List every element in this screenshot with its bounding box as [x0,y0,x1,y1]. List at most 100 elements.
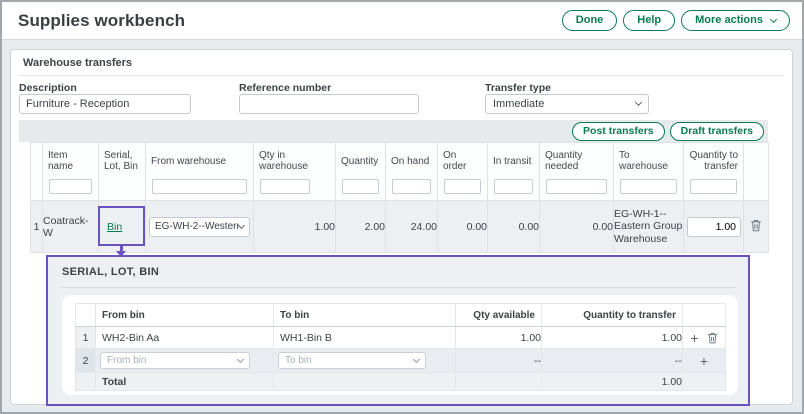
description-input[interactable] [19,94,191,114]
post-transfers-label: Post transfers [583,125,654,138]
warehouse-transfers-card: Warehouse transfers Description Referenc… [10,49,793,405]
item-name-filter-input[interactable] [49,179,92,194]
help-label: Help [637,14,661,27]
chevron-down-icon [238,221,245,228]
from-bin-select[interactable]: From bin [100,352,250,369]
post-transfers-button[interactable]: Post transfers [572,122,665,141]
from-warehouse-value: EG-WH-2--Western Gr [155,221,239,232]
total-actions-cell [683,373,726,391]
trash-icon [750,219,762,232]
serial-lot-bin-title: SERIAL, LOT, BIN [62,266,159,278]
delete-row-button[interactable] [707,332,718,344]
to-bin-placeholder: To bin [285,355,312,366]
qty-to-transfer-cell: 1.00 [542,327,683,349]
row-actions-cell: + [683,349,726,373]
serial-lot-bin-panel: SERIAL, LOT, BIN From bin To bin Qty ava… [46,255,750,406]
table-row: 1 Coatrack-W Bin EG-WH-2--Western Gr 1.0… [31,201,769,253]
row-number: 1 [31,201,43,253]
row-actions-cell: + [683,327,726,349]
col-actions [744,143,769,201]
page-title: Supplies workbench [18,11,185,31]
transfer-type-label: Transfer type [485,82,551,94]
col-from-warehouse: From warehouse [146,143,254,201]
help-button[interactable]: Help [623,10,675,31]
from-warehouse-cell: EG-WH-2--Western Gr [146,201,254,253]
to-bin-select[interactable]: To bin [278,352,426,369]
col-serial-lot-bin: Serial, Lot, Bin [99,143,146,201]
top-bar: Supplies workbench Done Help More action… [2,2,802,40]
reference-number-label: Reference number [239,82,331,94]
draft-transfers-button[interactable]: Draft transfers [670,122,764,141]
delete-row-button[interactable] [750,219,762,232]
serial-lot-bin-card: From bin To bin Qty available Quantity t… [62,295,738,395]
trash-icon [707,332,718,344]
quantity-needed-cell: 0.00 [540,201,614,253]
col-row-num [31,143,43,201]
to-warehouse-filter-input[interactable] [620,179,677,194]
bin-row: 2 From bin To bin [76,349,726,373]
draft-transfers-label: Draft transfers [681,125,753,138]
done-button[interactable]: Done [562,10,618,31]
row-actions-cell [744,201,769,253]
add-row-button[interactable]: + [700,356,708,366]
bin-row: 1 WH2-Bin Aa WH1-Bin B 1.00 1.00 + [76,327,726,349]
row-number: 1 [76,327,96,349]
col-qty-available: Qty available [456,304,542,327]
divider [19,75,784,76]
col-actions [683,304,726,327]
col-item-name: Item name [43,143,99,201]
table-toolbar: Post transfers Draft transfers [19,120,768,142]
quantity-filter-input[interactable] [342,179,379,194]
col-quantity-needed: Quantity needed [540,143,614,201]
qty-to-transfer-cell: -- [542,349,683,373]
in-transit-cell: 0.00 [488,201,540,253]
chevron-down-icon [237,355,244,362]
qty-available-cell: 1.00 [456,327,542,349]
on-hand-filter-input[interactable] [392,179,431,194]
reference-number-input[interactable] [239,94,419,114]
chevron-down-icon [413,355,420,362]
transfer-type-value: Immediate [493,98,544,110]
qty-in-warehouse-cell: 1.00 [254,201,336,253]
total-row: Total 1.00 [76,373,726,391]
quantity-to-transfer-input[interactable] [687,217,741,237]
bins-header-row: From bin To bin Qty available Quantity t… [76,304,726,327]
col-on-order: On order [438,143,488,201]
from-warehouse-filter-input[interactable] [152,179,247,194]
total-row-num-cell [76,373,96,391]
quantity-cell: 2.00 [336,201,386,253]
serial-lot-bin-cell: Bin [99,201,146,253]
on-order-cell: 0.00 [438,201,488,253]
done-label: Done [576,14,604,27]
on-order-filter-input[interactable] [444,179,481,194]
col-on-hand: On hand [386,143,438,201]
total-to-bin-cell [274,373,456,391]
total-value: 1.00 [542,373,683,391]
in-transit-filter-input[interactable] [494,179,533,194]
to-bin-cell: WH1-Bin B [274,327,456,349]
description-label: Description [19,82,77,94]
bin-link[interactable]: Bin [107,221,122,233]
total-label: Total [96,373,274,391]
transfer-type-select[interactable]: Immediate [485,94,649,114]
header-row: Item name Serial, Lot, Bin From warehous… [31,143,769,201]
col-to-warehouse: To warehouse [614,143,684,201]
col-quantity-to-transfer: Quantity to transfer [684,143,744,201]
from-warehouse-select[interactable]: EG-WH-2--Western Gr [149,217,250,237]
total-qty-available-cell [456,373,542,391]
app-window: Supplies workbench Done Help More action… [0,0,804,414]
from-bin-cell: WH2-Bin Aa [96,327,274,349]
item-name-cell: Coatrack-W [43,201,99,253]
quantity-needed-filter-input[interactable] [546,179,607,194]
quantity-to-transfer-filter-input[interactable] [690,179,737,194]
more-actions-button[interactable]: More actions [681,10,790,31]
col-in-transit: In transit [488,143,540,201]
chevron-down-icon [635,99,642,106]
on-hand-cell: 24.00 [386,201,438,253]
to-bin-cell: To bin [274,349,456,373]
to-warehouse-cell: EG-WH-1--Eastern Group Warehouse [614,201,684,253]
qty-in-warehouse-filter-input[interactable] [260,179,310,194]
section-title: Warehouse transfers [23,57,132,69]
row-number: 2 [76,349,96,373]
add-row-button[interactable]: + [690,333,698,343]
